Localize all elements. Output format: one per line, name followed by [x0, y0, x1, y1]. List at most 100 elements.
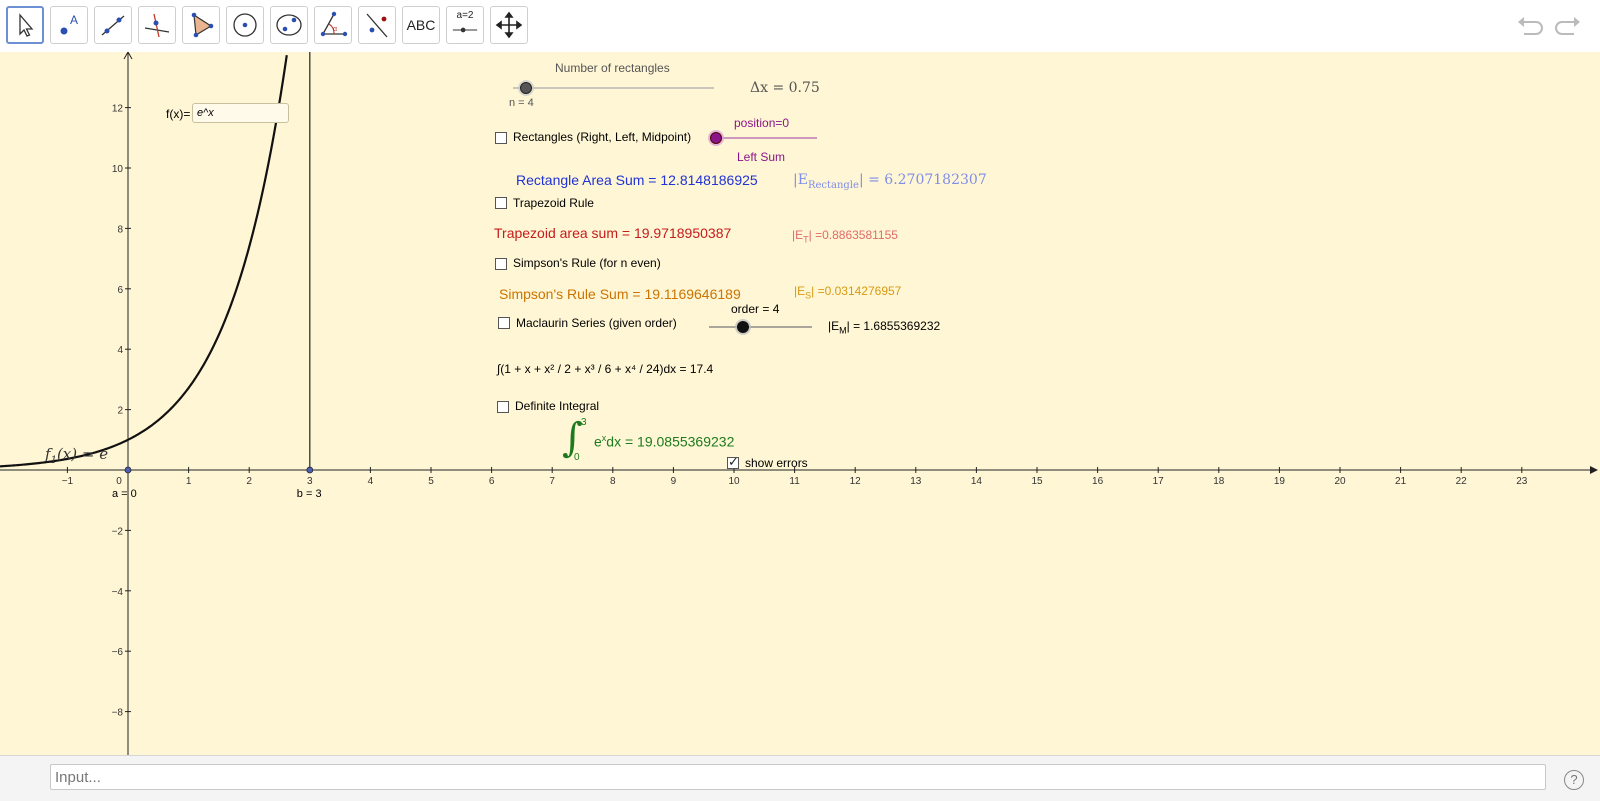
point-a[interactable] [124, 466, 132, 474]
point-b[interactable] [306, 466, 314, 474]
x-tick-label: 3 [307, 476, 313, 487]
line-icon [101, 15, 125, 36]
circle-icon [233, 13, 257, 37]
definite-integral-checkbox[interactable] [497, 401, 509, 413]
simpson-checkbox-label[interactable]: Simpson's Rule (for n even) [513, 256, 661, 270]
x-tick-label: 20 [1334, 476, 1346, 487]
simpson-error: |ES| =0.0314276957 [794, 284, 902, 301]
axes-layer: −1 0 1 2 3 4 5 6 7 8 9 10 11 12 13 14 15 16 17 18 19 20 21 22 23… [0, 52, 1598, 755]
circle-tool-button[interactable] [226, 6, 264, 44]
x-tick-label: 9 [671, 476, 677, 487]
integral-expression: exdx = 19.0855369232 [594, 433, 735, 450]
polygon-tool-button[interactable] [182, 6, 220, 44]
help-icon[interactable]: ? [1564, 770, 1584, 790]
slider-tool-glyph: a=2 [451, 11, 479, 39]
slider-rectangles-knob[interactable] [520, 82, 532, 94]
slider-tool-label: a=2 [456, 10, 474, 21]
y-tick-label: 8 [117, 224, 123, 235]
slider-position-label: position=0 [734, 116, 790, 130]
x-tick-label: 0 [116, 476, 122, 487]
slider-position-knob[interactable] [710, 132, 722, 144]
undo-icon[interactable] [1516, 14, 1546, 38]
text-tool-button[interactable]: ABC [402, 6, 440, 44]
y-tick-label: −6 [112, 647, 124, 658]
ellipse-tool-button[interactable] [270, 6, 308, 44]
rectangle-area-sum: Rectangle Area Sum = 12.8148186925 [516, 172, 758, 188]
graphics-view[interactable]: −1 0 1 2 3 4 5 6 7 8 9 10 11 12 13 14 15 16 17 18 19 20 21 22 23… [0, 52, 1600, 755]
y-tick-label: −2 [112, 526, 124, 537]
angle-icon: α [320, 11, 348, 37]
y-tick-label: 4 [117, 345, 123, 356]
move-tool-button[interactable] [6, 6, 44, 44]
slider-rectangles-label: n = 4 [509, 97, 534, 109]
perpendicular-icon [144, 13, 170, 38]
y-tick-label: 2 [117, 406, 123, 417]
slider-rectangles[interactable] [513, 80, 714, 96]
x-tick-label: 19 [1274, 476, 1286, 487]
polygon-icon [191, 12, 214, 38]
y-tick-label: −4 [112, 587, 124, 598]
svg-text:A: A [70, 13, 78, 27]
definite-integral-checkbox-label[interactable]: Definite Integral [515, 399, 599, 413]
trapezoid-error: |ET| =0.8863581155 [792, 228, 898, 245]
x-tick-label: 11 [789, 476, 800, 487]
x-tick-label: −1 [62, 476, 74, 487]
rectangle-error: |ERectangle| = 6.2707182307 [793, 172, 987, 191]
simpson-rule-sum: Simpson's Rule Sum = 19.1169646189 [499, 286, 741, 302]
maclaurin-checkbox[interactable] [498, 317, 510, 329]
show-errors-label[interactable]: show errors [745, 456, 808, 470]
rectangles-checkbox[interactable] [495, 132, 507, 144]
point-icon: A [60, 13, 78, 35]
move-arrows-icon [495, 11, 523, 39]
show-errors-checkbox[interactable] [727, 454, 739, 470]
text-tool-label: ABC [406, 17, 436, 33]
y-tick-label: −8 [112, 708, 124, 719]
x-tick-label: 17 [1153, 476, 1165, 487]
trapezoid-checkbox-label[interactable]: Trapezoid Rule [513, 196, 594, 210]
point-tool-button[interactable]: A [50, 6, 88, 44]
slider-rectangles-title: Number of rectangles [555, 61, 670, 75]
coordinate-plane[interactable]: −1 0 1 2 3 4 5 6 7 8 9 10 11 12 13 14 15 16 17 18 19 20 21 22 23… [0, 52, 1600, 755]
trapezoid-area-sum: Trapezoid area sum = 19.9718950387 [494, 225, 732, 241]
line-tool-button[interactable] [94, 6, 132, 44]
svg-text:α: α [333, 26, 337, 33]
reflect-icon [366, 13, 388, 38]
maclaurin-error: |EM| = 1.6855369232 [828, 319, 941, 336]
x-tick-label: 5 [428, 476, 434, 487]
x-tick-label: 18 [1213, 476, 1225, 487]
cursor-arrow-icon [19, 13, 34, 37]
redo-icon[interactable] [1552, 14, 1582, 38]
x-tick-label: 14 [971, 476, 983, 487]
angle-tool-button[interactable]: α [314, 6, 352, 44]
function-input-box[interactable]: e^x [192, 103, 289, 123]
slider-position[interactable] [708, 130, 817, 146]
y-tick-label: 6 [117, 285, 123, 296]
x-tick-label: 2 [246, 476, 252, 487]
x-tick-label: 6 [489, 476, 495, 487]
x-tick-label: 12 [850, 476, 862, 487]
slider-order[interactable] [709, 319, 812, 335]
simpson-checkbox[interactable] [495, 258, 507, 270]
slider-tool-button[interactable]: a=2 [446, 6, 484, 44]
slider-order-knob[interactable] [737, 321, 749, 333]
maclaurin-integral: ∫(1 + x + x² / 2 + x³ / 6 + x⁴ / 24)dx =… [497, 362, 714, 376]
x-axis-arrow [1590, 466, 1598, 474]
function-name-label: f1(x) = e [44, 445, 108, 466]
maclaurin-checkbox-label[interactable]: Maclaurin Series (given order) [516, 316, 677, 330]
perpendicular-line-tool-button[interactable] [138, 6, 176, 44]
rectangles-checkbox-label[interactable]: Rectangles (Right, Left, Midpoint) [513, 130, 691, 144]
ellipse-icon [276, 14, 302, 36]
x-tick-label: 7 [549, 476, 555, 487]
x-tick-label: 22 [1456, 476, 1468, 487]
x-tick-label: 16 [1092, 476, 1104, 487]
trapezoid-checkbox[interactable] [495, 197, 507, 209]
x-tick-label: 4 [368, 476, 374, 487]
x-tick-label: 15 [1031, 476, 1043, 487]
move-graphics-tool-button[interactable] [490, 6, 528, 44]
function-input-label: f(x)= [166, 107, 191, 121]
x-tick-label: 21 [1395, 476, 1407, 487]
slider-position-caption: Left Sum [737, 150, 786, 164]
slider-order-label: order = 4 [731, 302, 780, 316]
reflect-tool-button[interactable] [358, 6, 396, 44]
input-field[interactable] [50, 764, 1546, 790]
